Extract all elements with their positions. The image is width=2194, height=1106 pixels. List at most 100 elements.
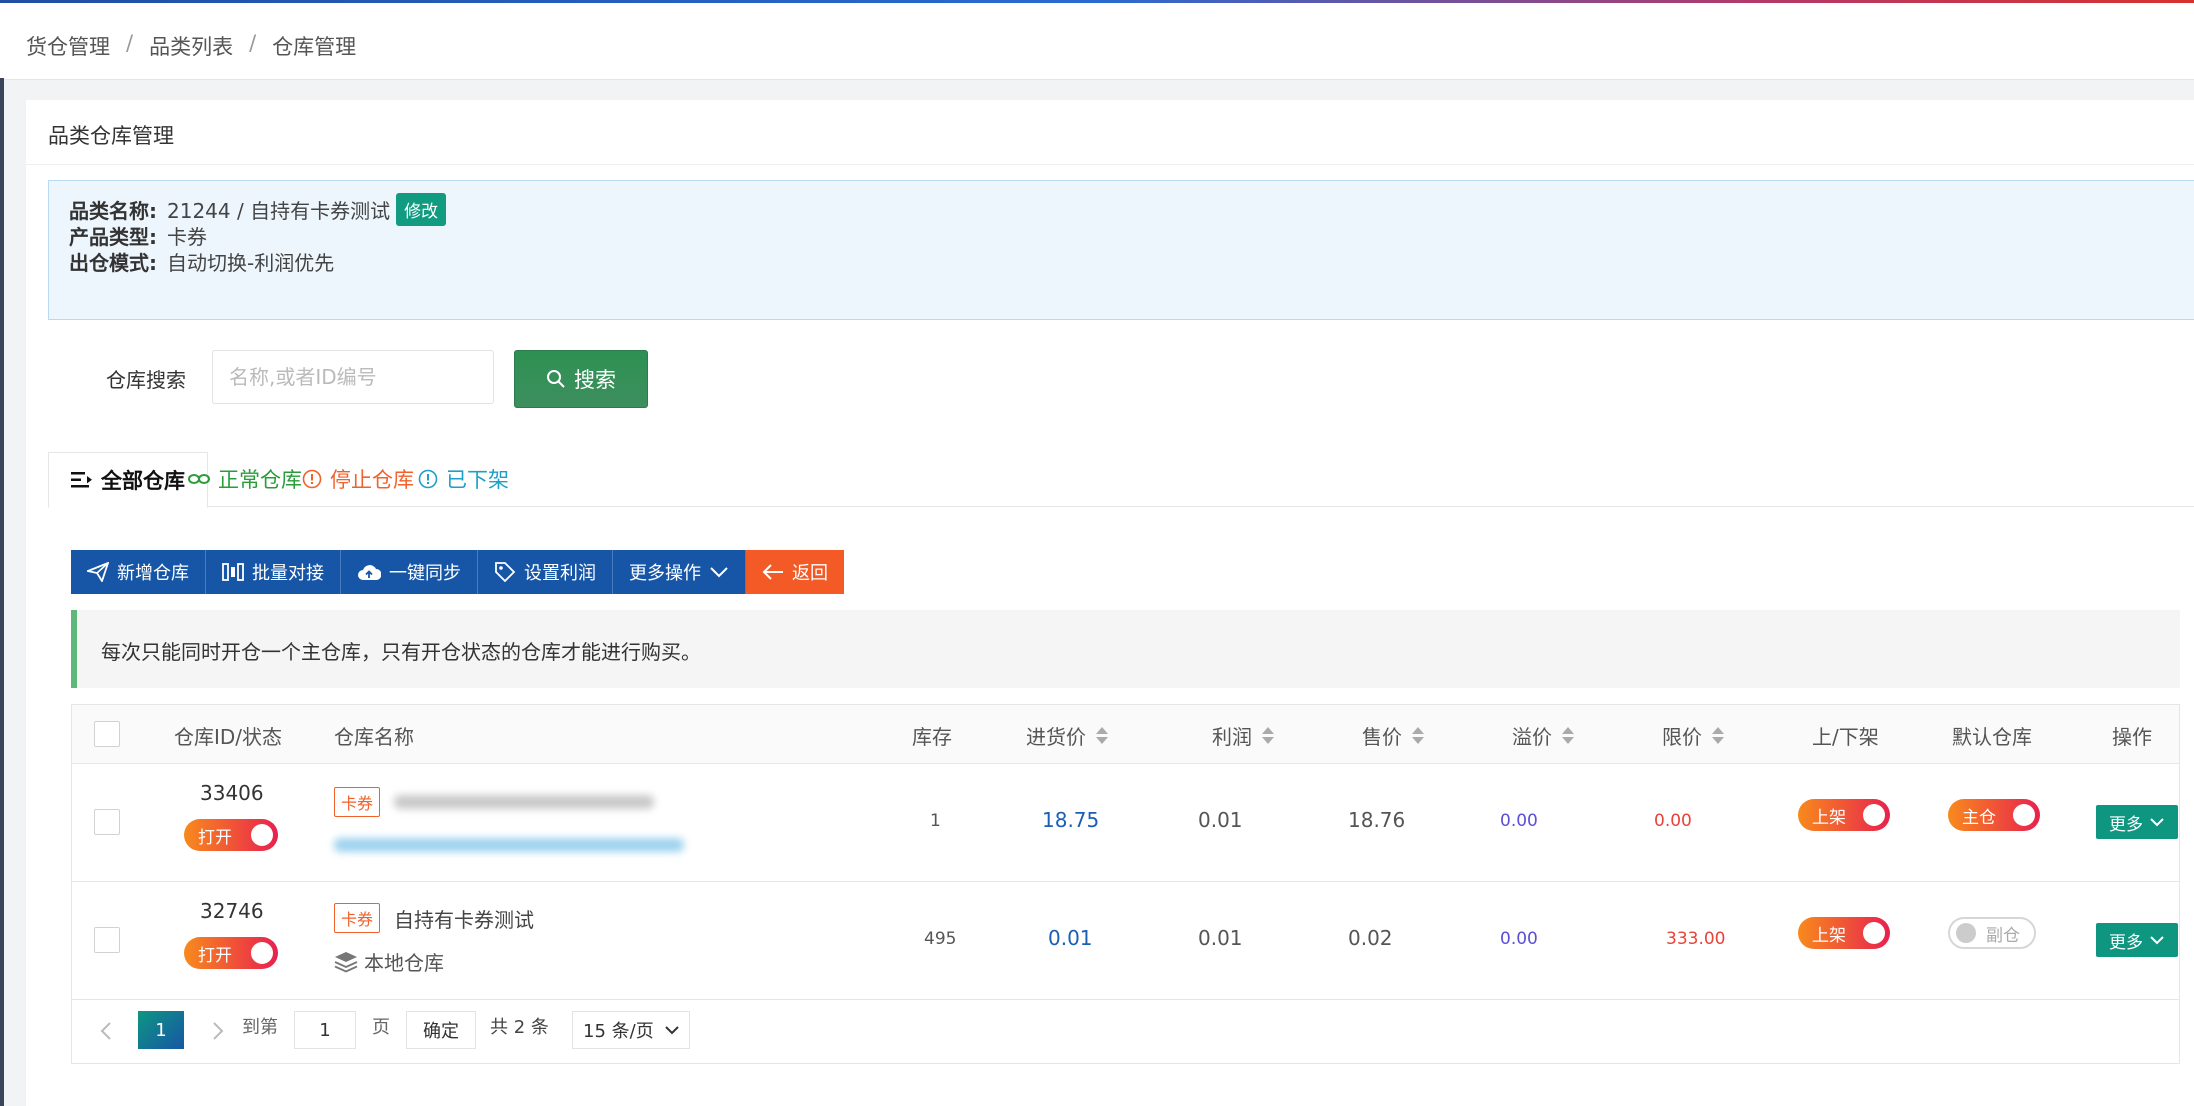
- shelf-toggle[interactable]: 上架: [1798, 799, 1890, 831]
- toggle-knob: [2013, 804, 2035, 826]
- sort-icon: [1096, 727, 1108, 744]
- col-profit[interactable]: 利润: [1212, 721, 1274, 750]
- toggle-label: 副仓: [1986, 925, 2020, 946]
- goto-page-input[interactable]: 1: [294, 1011, 356, 1049]
- tab-normal[interactable]: 正常仓库: [188, 452, 302, 506]
- col-id-status: 仓库ID/状态: [174, 725, 283, 749]
- search-button[interactable]: 搜索: [514, 350, 648, 408]
- row-checkbox[interactable]: [94, 809, 120, 835]
- toggle-knob: [1863, 804, 1885, 826]
- more-button[interactable]: 更多: [2096, 923, 2178, 957]
- cloud-upload-icon: [358, 565, 381, 580]
- search-input[interactable]: [212, 350, 494, 404]
- goto-label: 到第: [242, 1017, 278, 1038]
- info-label: 品类名称:: [69, 199, 157, 223]
- toggle-label: 打开: [198, 827, 232, 848]
- info-row-mode: 出仓模式: 自动切换-利润优先: [69, 247, 334, 276]
- button-label: 更多: [2109, 932, 2143, 953]
- button-label: 批量对接: [252, 563, 324, 584]
- sort-icon: [1562, 727, 1574, 744]
- col-action: 操作: [2112, 725, 2152, 749]
- col-limit[interactable]: 限价: [1662, 721, 1724, 750]
- tab-label: 正常仓库: [218, 468, 302, 492]
- blurred-name: [394, 795, 655, 809]
- sync-button[interactable]: 一键同步: [341, 550, 478, 594]
- blurred-link[interactable]: [334, 838, 684, 852]
- sidebar-edge: [0, 78, 4, 1106]
- info-row-type: 产品类型: 卡券: [69, 221, 207, 250]
- back-button[interactable]: 返回: [746, 550, 844, 594]
- search-label: 仓库搜索: [106, 368, 186, 392]
- cost-value: 0.01: [1048, 926, 1093, 950]
- warehouse-sub-cell: 本地仓库: [334, 947, 444, 976]
- prev-page-icon[interactable]: [100, 1021, 112, 1041]
- table-row: 32746 打开 卡券 自持有卡券测试 本地仓库 495 0.01 0.01 0…: [72, 881, 2179, 1000]
- more-actions-dropdown[interactable]: 更多操作: [613, 550, 746, 594]
- tab-all[interactable]: 全部仓库: [48, 452, 208, 508]
- col-label: 利润: [1212, 725, 1252, 749]
- button-label: 返回: [792, 563, 828, 584]
- add-warehouse-button[interactable]: 新增仓库: [71, 550, 206, 594]
- price-value: 18.76: [1348, 808, 1406, 832]
- default-warehouse-toggle[interactable]: 副仓: [1948, 917, 2036, 949]
- warehouse-table: 仓库ID/状态 仓库名称 库存 进货价 利润 售价 溢价 限价 上/下架 默认仓…: [71, 704, 2180, 1064]
- page-1-button[interactable]: 1: [138, 1011, 184, 1049]
- breadcrumb-separator: /: [126, 31, 134, 55]
- info-label: 出仓模式:: [69, 251, 157, 275]
- main-card: 品类仓库管理 品类名称: 21244 / 自持有卡券测试 修改 产品类型: 卡券…: [26, 100, 2194, 1106]
- col-shelf: 上/下架: [1812, 725, 1879, 749]
- more-button[interactable]: 更多: [2096, 805, 2178, 839]
- chevron-down-icon: [710, 567, 728, 578]
- default-warehouse-toggle[interactable]: 主仓: [1948, 799, 2040, 831]
- goto-confirm-button[interactable]: 确定: [406, 1011, 476, 1049]
- chevron-down-icon: [2150, 818, 2164, 827]
- chevron-down-icon: [2150, 936, 2164, 945]
- edit-button[interactable]: 修改: [396, 193, 447, 226]
- card-title: 品类仓库管理: [48, 124, 174, 148]
- set-profit-button[interactable]: 设置利润: [478, 550, 613, 594]
- type-tag: 卡券: [334, 787, 381, 817]
- warehouse-sub-cell: [334, 835, 684, 857]
- divider: [26, 164, 2194, 165]
- breadcrumb-item-warehouse[interactable]: 货仓管理: [26, 31, 110, 61]
- status-toggle[interactable]: 打开: [184, 937, 278, 969]
- info-icon: [302, 469, 322, 489]
- layers-icon: [334, 951, 358, 972]
- warehouse-name-cell: 卡券 自持有卡券测试: [334, 903, 534, 933]
- premium-value: 0.00: [1500, 929, 1538, 949]
- col-price[interactable]: 售价: [1362, 721, 1424, 750]
- col-premium[interactable]: 溢价: [1512, 721, 1574, 750]
- warehouse-id: 32746: [200, 899, 264, 923]
- search-button-label: 搜索: [574, 368, 616, 392]
- profit-value: 0.01: [1198, 808, 1243, 832]
- total-count: 共 2 条: [490, 1017, 549, 1038]
- col-cost[interactable]: 进货价: [1026, 721, 1108, 750]
- product-type-value: 卡券: [167, 225, 207, 249]
- shelf-toggle[interactable]: 上架: [1798, 917, 1890, 949]
- info-label: 产品类型:: [69, 225, 157, 249]
- breadcrumb: 货仓管理 / 品类列表 / 仓库管理: [26, 31, 356, 61]
- page-size-select[interactable]: 15 条/页: [572, 1011, 690, 1049]
- row-checkbox[interactable]: [94, 927, 120, 953]
- col-label: 售价: [1362, 725, 1402, 749]
- breadcrumb-item-current: 仓库管理: [272, 35, 357, 59]
- tab-bar: 全部仓库 正常仓库 停止仓库 已下架: [48, 452, 2194, 508]
- breadcrumb-item-category-list[interactable]: 品类列表: [149, 31, 233, 61]
- search-icon: [547, 370, 565, 388]
- tab-offshelf[interactable]: 已下架: [418, 452, 509, 506]
- tab-stopped[interactable]: 停止仓库: [302, 452, 414, 506]
- status-toggle[interactable]: 打开: [184, 819, 278, 851]
- stock-value: 495: [924, 929, 957, 949]
- next-page-icon[interactable]: [212, 1021, 224, 1041]
- button-label: 更多操作: [629, 563, 701, 584]
- select-all-checkbox[interactable]: [94, 721, 120, 747]
- arrow-left-icon: [762, 564, 783, 580]
- pagination: 1 到第 1 页 确定 共 2 条 15 条/页: [72, 997, 2179, 1063]
- notice-banner: 每次只能同时开仓一个主仓库，只有开仓状态的仓库才能进行购买。: [71, 610, 2180, 688]
- columns-icon: [222, 563, 244, 581]
- tab-label: 已下架: [446, 468, 509, 492]
- tag-icon: [495, 562, 516, 583]
- header: 货仓管理 / 品类列表 / 仓库管理: [0, 3, 2194, 80]
- sort-icon: [1412, 727, 1424, 744]
- batch-connect-button[interactable]: 批量对接: [206, 550, 341, 594]
